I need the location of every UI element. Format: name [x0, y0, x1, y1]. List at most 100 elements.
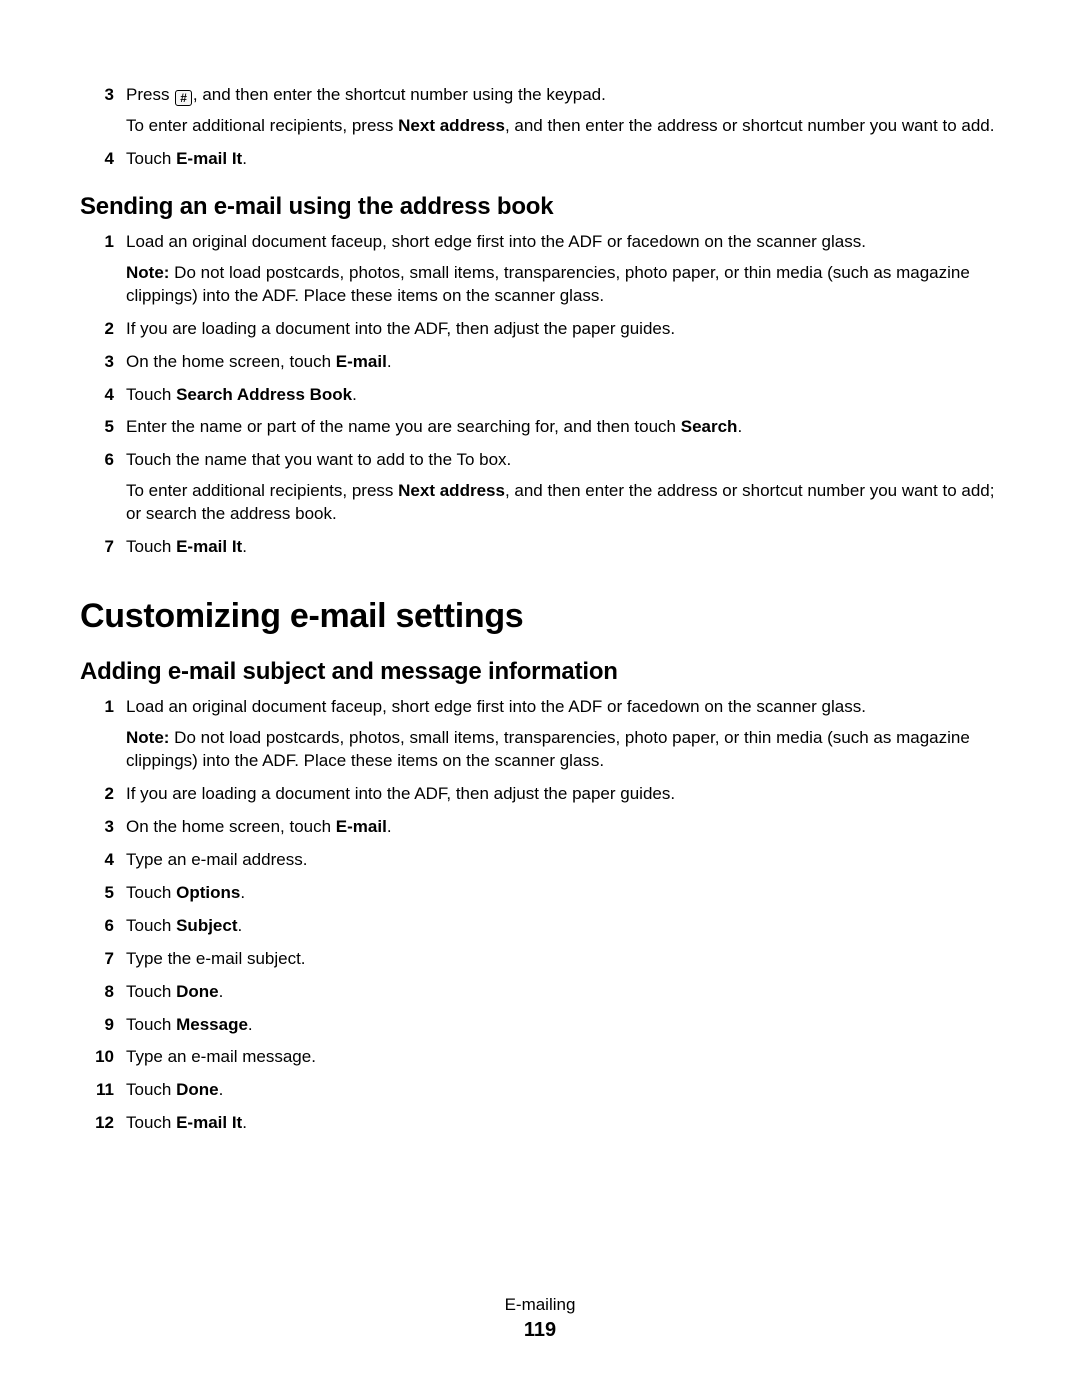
subsection-heading-address-book: Sending an e-mail using the address book: [80, 193, 1000, 221]
list-item-body: Touch the name that you want to add to t…: [114, 449, 1000, 526]
list-item-number: 7: [80, 948, 114, 971]
list-item: 7 Type the e-mail subject.: [80, 948, 1000, 971]
text-run: Touch: [126, 385, 176, 404]
text-run: .: [387, 352, 392, 371]
list-item: 4 Touch Search Address Book.: [80, 384, 1000, 407]
list-item-number: 3: [80, 84, 114, 107]
list-item-body: On the home screen, touch E-mail.: [114, 351, 1000, 374]
paragraph: Touch Options.: [126, 882, 1000, 905]
text-run: Press: [126, 85, 174, 104]
text-run: E-mail: [336, 352, 387, 371]
list-item: 6 Touch the name that you want to add to …: [80, 449, 1000, 526]
text-run: On the home screen, touch: [126, 817, 336, 836]
text-run: Touch: [126, 982, 176, 1001]
list-item-body: If you are loading a document into the A…: [114, 783, 1000, 806]
text-run: Do not load postcards, photos, small ite…: [126, 263, 970, 305]
text-run: Message: [176, 1015, 248, 1034]
list-item: 4Type an e-mail address.: [80, 849, 1000, 872]
list-item: 1 Load an original document faceup, short…: [80, 231, 1000, 308]
list-item: 10 Type an e-mail message.: [80, 1046, 1000, 1069]
list-item-body: Touch E-mail It.: [114, 536, 1000, 559]
list-item-number: 1: [80, 696, 114, 719]
text-run: Touch: [126, 916, 176, 935]
list-item-body: Touch E-mail It.: [114, 1112, 1000, 1135]
paragraph: Enter the name or part of the name you a…: [126, 416, 1000, 439]
text-run: Options: [176, 883, 240, 902]
text-run: Load an original document faceup, short …: [126, 232, 866, 251]
paragraph: Type an e-mail message.: [126, 1046, 1000, 1069]
subject-message-ordered-list: 1Load an original document faceup, short…: [80, 696, 1000, 1135]
text-run: .: [387, 817, 392, 836]
paragraph: Touch E-mail It.: [126, 1112, 1000, 1135]
text-run: To enter additional recipients, press: [126, 481, 398, 500]
list-item-body: Load an original document faceup, short …: [114, 231, 1000, 308]
list-item-body: Type an e-mail address.: [114, 849, 1000, 872]
list-item-body: Touch E-mail It.: [114, 148, 1000, 171]
list-item-number: 11: [80, 1079, 114, 1102]
text-run: Type the e-mail subject.: [126, 949, 306, 968]
list-item: 3On the home screen, touch E-mail.: [80, 816, 1000, 839]
list-item: 2If you are loading a document into the …: [80, 783, 1000, 806]
footer-page-number: 119: [0, 1319, 1080, 1342]
text-run: Touch: [126, 1113, 176, 1132]
text-run: Touch: [126, 149, 176, 168]
paragraph: Load an original document faceup, short …: [126, 231, 1000, 254]
list-item: 11Touch Done.: [80, 1079, 1000, 1102]
text-run: If you are loading a document into the A…: [126, 319, 675, 338]
paragraph: To enter additional recipients, press Ne…: [126, 115, 1000, 138]
paragraph: Note: Do not load postcards, photos, sma…: [126, 727, 1000, 773]
text-run: Do not load postcards, photos, small ite…: [126, 728, 970, 770]
text-run: .: [242, 149, 247, 168]
text-run: If you are loading a document into the A…: [126, 784, 675, 803]
list-item-number: 6: [80, 915, 114, 938]
text-run: , and then enter the shortcut number usi…: [193, 85, 606, 104]
list-item-number: 8: [80, 981, 114, 1004]
text-run: .: [242, 1113, 247, 1132]
section-heading-customizing: Customizing e-mail settings: [80, 597, 1000, 636]
list-item: 8Touch Done.: [80, 981, 1000, 1004]
text-run: .: [737, 417, 742, 436]
paragraph: Type the e-mail subject.: [126, 948, 1000, 971]
list-item: 9 Touch Message.: [80, 1014, 1000, 1037]
paragraph: Touch E-mail It.: [126, 536, 1000, 559]
list-item-body: On the home screen, touch E-mail.: [114, 816, 1000, 839]
document-page: 3 Press #, and then enter the shortcut nu…: [0, 0, 1080, 1397]
text-run: E-mail It: [176, 537, 242, 556]
subsection-heading-subject-message: Adding e-mail subject and message inform…: [80, 658, 1000, 686]
text-run: Touch: [126, 1015, 176, 1034]
list-item-body: Enter the name or part of the name you a…: [114, 416, 1000, 439]
list-item: 5 Enter the name or part of the name you …: [80, 416, 1000, 439]
paragraph: Touch Message.: [126, 1014, 1000, 1037]
text-run: Enter the name or part of the name you a…: [126, 417, 681, 436]
text-run: E-mail It: [176, 1113, 242, 1132]
list-item-number: 10: [80, 1046, 114, 1069]
list-item-number: 4: [80, 384, 114, 407]
text-run: Note:: [126, 728, 174, 747]
list-item-body: Load an original document faceup, short …: [114, 696, 1000, 773]
text-run: Note:: [126, 263, 174, 282]
list-item-number: 1: [80, 231, 114, 254]
paragraph: Touch Subject.: [126, 915, 1000, 938]
address-book-ordered-list: 1 Load an original document faceup, short…: [80, 231, 1000, 559]
text-run: .: [242, 537, 247, 556]
text-run: Touch the name that you want to add to t…: [126, 450, 511, 469]
paragraph: On the home screen, touch E-mail.: [126, 816, 1000, 839]
list-item: 12 Touch E-mail It.: [80, 1112, 1000, 1135]
list-item: 5Touch Options.: [80, 882, 1000, 905]
text-run: Search Address Book: [176, 385, 352, 404]
list-item-number: 2: [80, 318, 114, 341]
list-item-number: 12: [80, 1112, 114, 1135]
hash-key-icon: #: [175, 90, 192, 106]
list-item-number: 6: [80, 449, 114, 472]
list-item-number: 9: [80, 1014, 114, 1037]
list-item-body: If you are loading a document into the A…: [114, 318, 1000, 341]
list-item-number: 5: [80, 416, 114, 439]
list-item-body: Type the e-mail subject.: [114, 948, 1000, 971]
text-run: Search: [681, 417, 738, 436]
text-run: .: [352, 385, 357, 404]
list-item-number: 7: [80, 536, 114, 559]
paragraph: Press #, and then enter the shortcut num…: [126, 84, 1000, 107]
list-item-body: Touch Done.: [114, 1079, 1000, 1102]
paragraph: Note: Do not load postcards, photos, sma…: [126, 262, 1000, 308]
list-item: 4Touch E-mail It.: [80, 148, 1000, 171]
